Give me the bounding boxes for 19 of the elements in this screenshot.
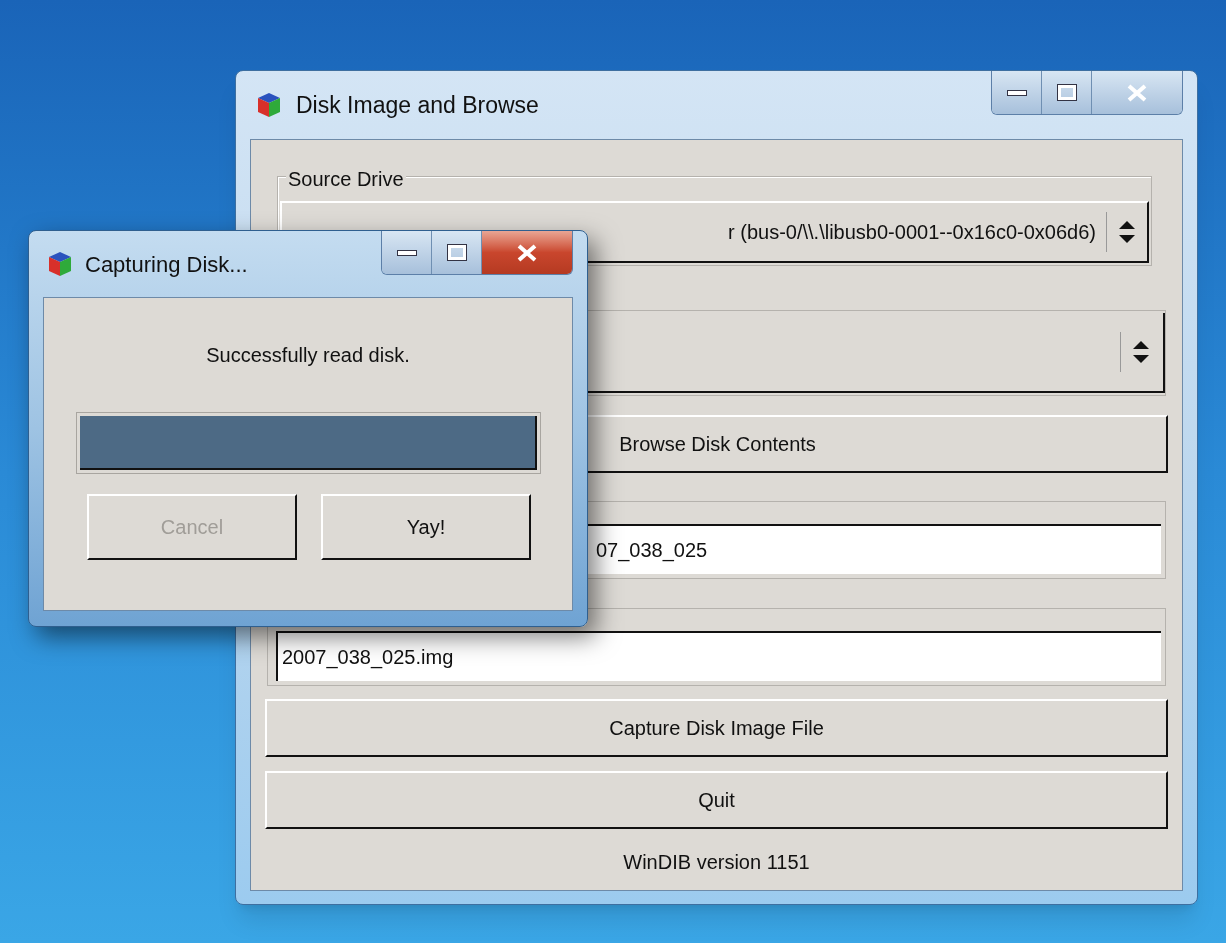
app-cube-icon	[256, 91, 282, 119]
close-button[interactable]	[482, 231, 572, 274]
spinner-arrows-icon	[1117, 219, 1137, 245]
close-icon	[516, 243, 538, 262]
version-label: WinDIB version 1151	[623, 850, 810, 875]
spinner-arrows-icon	[1131, 339, 1151, 365]
window-title: Capturing Disk...	[85, 250, 248, 279]
text-field[interactable]: 2007_038_025.img	[276, 631, 1161, 681]
quit-button[interactable]: Quit	[265, 771, 1168, 829]
window-title: Disk Image and Browse	[296, 90, 539, 120]
maximize-button[interactable]	[432, 231, 482, 274]
close-icon	[1126, 83, 1148, 102]
capture-button[interactable]: Capture Disk Image File	[265, 699, 1168, 757]
dialog-button[interactable]: Yay!	[321, 494, 531, 560]
maximize-button[interactable]	[1042, 71, 1092, 114]
minimize-button[interactable]	[382, 231, 432, 274]
minimize-button[interactable]	[992, 71, 1042, 114]
app-cube-icon	[47, 250, 73, 278]
status-message: Successfully read disk.	[206, 343, 410, 368]
